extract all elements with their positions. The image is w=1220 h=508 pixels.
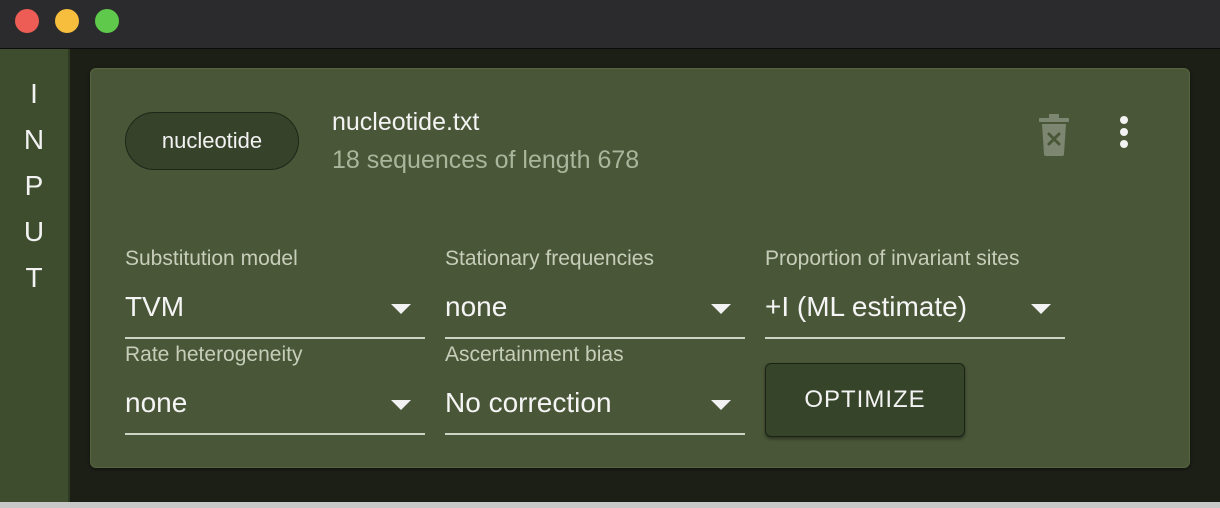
ascertainment-bias-value: No correction: [445, 387, 612, 418]
field-underline: [445, 337, 745, 339]
dropdown-arrow-icon[interactable]: [391, 304, 411, 314]
more-vertical-icon[interactable]: [1109, 114, 1139, 154]
title-bar: [0, 0, 1220, 49]
field-underline: [125, 433, 425, 435]
dropdown-arrow-icon[interactable]: [711, 304, 731, 314]
input-sidebar[interactable]: I N P U T: [0, 49, 70, 502]
trash-icon[interactable]: [1037, 114, 1071, 156]
file-info: 18 sequences of length 678: [332, 146, 640, 174]
substitution-model-value: TVM: [125, 291, 185, 322]
field-underline: [125, 337, 425, 339]
close-window-button[interactable]: [15, 9, 39, 33]
field-underline: [445, 433, 745, 435]
rate-heterogeneity-value: none: [125, 387, 188, 418]
app-content: I N P U T nucleotide nucleotide.txt 18 s…: [0, 49, 1220, 502]
optimize-button[interactable]: OPTIMIZE: [765, 363, 965, 437]
invariant-sites-value: +I (ML estimate): [765, 291, 968, 322]
app-window: I N P U T nucleotide nucleotide.txt 18 s…: [0, 0, 1220, 508]
input-file-card: nucleotide nucleotide.txt 18 sequences o…: [90, 68, 1190, 468]
bottom-edge: [0, 502, 1220, 508]
data-type-chip[interactable]: nucleotide: [125, 112, 299, 170]
stationary-frequencies-value: none: [445, 291, 508, 322]
field-underline: [765, 337, 1065, 339]
rate-heterogeneity-label: Rate heterogeneity: [125, 343, 303, 366]
maximize-window-button[interactable]: [95, 9, 119, 33]
dropdown-arrow-icon[interactable]: [1031, 304, 1051, 314]
minimize-window-button[interactable]: [55, 9, 79, 33]
dropdown-arrow-icon[interactable]: [391, 400, 411, 410]
dropdown-arrow-icon[interactable]: [711, 400, 731, 410]
substitution-model-label: Substitution model: [125, 247, 298, 270]
stationary-frequencies-label: Stationary frequencies: [445, 247, 654, 270]
invariant-sites-label: Proportion of invariant sites: [765, 247, 1020, 270]
sidebar-vertical-label: I N P U T: [23, 78, 45, 293]
file-name: nucleotide.txt: [332, 108, 480, 136]
ascertainment-bias-label: Ascertainment bias: [445, 343, 624, 366]
